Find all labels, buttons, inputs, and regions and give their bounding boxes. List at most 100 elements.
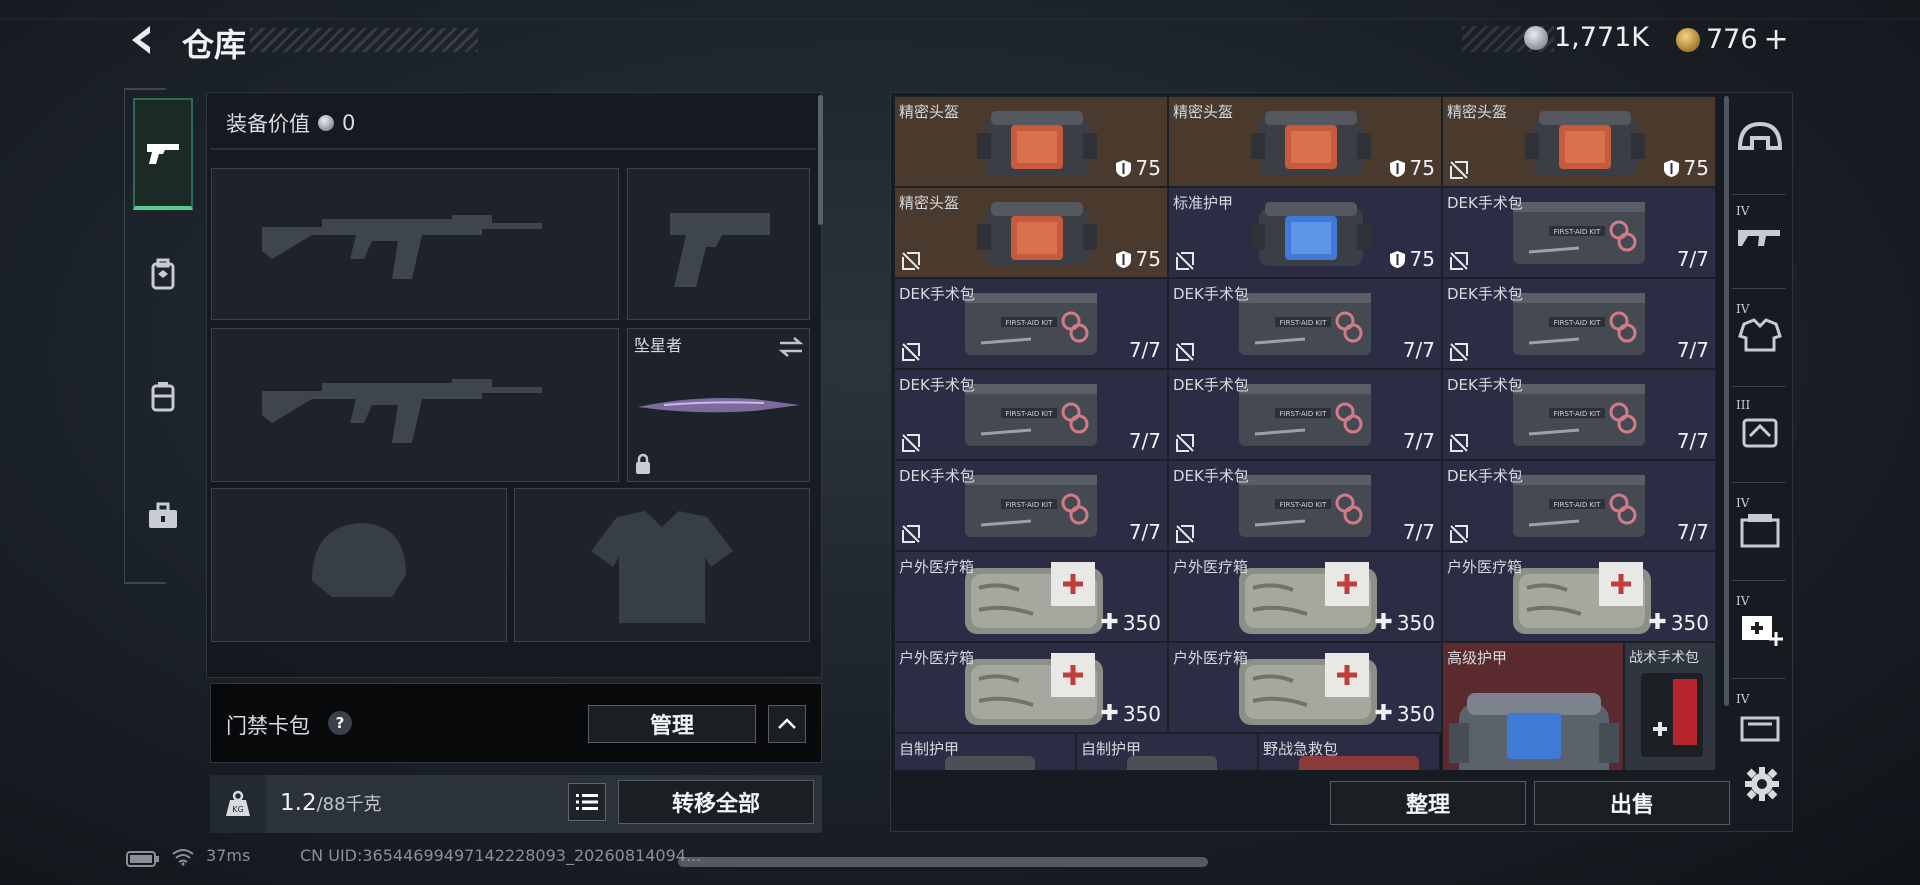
storage-item[interactable]: DEK手术包 FIRST-AID KIT 7/7 [1168,460,1442,551]
helmet-item-icon [1525,111,1645,175]
value-coin-icon [318,115,334,131]
item-name: DEK手术包 [1173,285,1249,303]
storage-item-tall[interactable]: 战术手术包 [1624,642,1716,770]
tactical-kit-icon [1641,673,1703,757]
knife-icon [638,398,800,413]
storage-item[interactable]: 精密头盔 75 [894,96,1168,187]
no-insurance-icon [1450,252,1468,270]
chevron-up-icon [778,718,796,729]
keycard-help-icon[interactable]: ? [328,711,352,735]
item-name: DEK手术包 [1447,376,1523,394]
svg-text:FIRST-AID KIT: FIRST-AID KIT [1006,501,1054,509]
storage-item[interactable]: 户外医疗箱 ✚ 350 [1168,642,1442,733]
shield-icon [1663,159,1679,177]
primary-weapon-slot[interactable] [211,168,619,320]
sell-button[interactable]: 出售 [1534,781,1730,825]
storage-item[interactable]: 精密头盔 75 [1168,96,1442,187]
wifi-icon [172,849,194,866]
title-hatch-decoration [250,28,478,52]
gold-currency[interactable]: 776 + [1676,22,1789,57]
no-insurance-icon [1176,525,1194,543]
list-view-button[interactable] [568,783,606,821]
transfer-all-button[interactable]: 转移全部 [618,780,814,824]
item-durability: 75 [1683,156,1709,180]
svg-text:FIRST-AID KIT: FIRST-AID KIT [1006,410,1054,418]
background-stripe [0,18,1920,20]
medical-box-icon [1513,562,1651,634]
storage-item[interactable]: DEK手术包 FIRST-AID KIT 7/7 [894,460,1168,551]
rail-filter-bag[interactable]: III [1736,398,1786,452]
nav-bag[interactable] [133,340,193,452]
armor-item-icon [1251,202,1371,266]
equipment-value: 装备价值 0 [226,108,355,138]
no-insurance-icon [1450,434,1468,452]
storage-item-large[interactable]: 高级护甲 [1442,642,1624,770]
add-gold-button[interactable]: + [1764,22,1789,57]
svg-text:KG: KG [232,805,243,814]
rail-filter-misc[interactable]: IV [1736,692,1786,746]
sort-button[interactable]: 整理 [1330,781,1526,825]
rail-filter-medkit-add[interactable]: IV [1736,594,1786,648]
nav-weapons[interactable] [133,98,193,210]
storage-item[interactable]: 精密头盔 75 [894,187,1168,278]
item-stat: 75 [1389,156,1435,180]
rail-filter-rifle[interactable]: IV [1736,204,1786,258]
storage-item-partial[interactable]: 自制护甲 [1076,733,1258,770]
storage-item-partial[interactable]: 自制护甲 [894,733,1076,770]
secondary-weapon-slot[interactable] [211,328,619,482]
item-name: 户外医疗箱 [899,649,975,667]
rail-filter-container[interactable]: IV [1736,496,1786,550]
tier-label: IV [1736,594,1750,608]
rail-filter-helmet[interactable] [1736,118,1786,164]
plus-icon: ✚ [1100,610,1119,635]
pistol-silhouette-icon [670,213,770,287]
svg-text:FIRST-AID KIT: FIRST-AID KIT [1280,410,1328,418]
weight-readout: 1.2/88千克 [280,790,382,816]
item-uses: 7/7 [1128,338,1161,362]
storage-item[interactable]: 户外医疗箱 ✚ 350 [1168,551,1442,642]
home-indicator[interactable] [678,857,1208,867]
helmet-slot[interactable] [211,488,507,642]
loadout-scrollbar[interactable] [818,95,823,225]
storage-item[interactable]: 精密头盔 75 [1442,96,1716,187]
item-uses: 7/7 [1402,520,1435,544]
item-name: 战术手术包 [1629,650,1699,666]
storage-item[interactable]: DEK手术包 FIRST-AID KIT 7/7 [1168,369,1442,460]
storage-item[interactable]: DEK手术包 FIRST-AID KIT 7/7 [894,278,1168,369]
no-insurance-icon [902,343,920,361]
pistol-slot[interactable] [627,168,810,320]
shield-icon [1389,159,1405,177]
storage-item[interactable]: 户外医疗箱 ✚ 350 [1442,551,1716,642]
item-durability: 75 [1409,156,1435,180]
rail-filter-armor[interactable]: IV [1736,302,1786,356]
first-aid-kit-icon: FIRST-AID KIT [1513,384,1645,446]
storage-item[interactable]: 标准护甲 75 [1168,187,1442,278]
back-arrow-icon[interactable] [124,22,160,58]
manage-button[interactable]: 管理 [588,705,756,743]
storage-item[interactable]: DEK手术包 FIRST-AID KIT 7/7 [1442,187,1716,278]
first-aid-kit-icon: FIRST-AID KIT [1239,293,1371,355]
item-durability: 75 [1135,247,1161,271]
storage-item[interactable]: DEK手术包 FIRST-AID KIT 7/7 [1442,278,1716,369]
item-name: 户外医疗箱 [899,558,975,576]
armor-slot[interactable] [514,488,810,642]
shield-icon [1389,250,1405,268]
nav-medical[interactable] [133,460,193,572]
expand-keycard-button[interactable] [768,705,806,743]
item-name: 户外医疗箱 [1173,649,1249,667]
storage-item[interactable]: DEK手术包 FIRST-AID KIT 7/7 [1442,460,1716,551]
storage-item[interactable]: 户外医疗箱 ✚ 350 [894,551,1168,642]
storage-item[interactable]: 户外医疗箱 ✚ 350 [894,642,1168,733]
item-name: DEK手术包 [1173,376,1249,394]
gear-icon[interactable] [1744,766,1780,802]
storage-scrollbar[interactable] [1724,96,1729,706]
svg-text:FIRST-AID KIT: FIRST-AID KIT [1554,228,1602,236]
swap-icon[interactable] [778,337,804,357]
storage-item-partial[interactable]: 野战急救包 [1258,733,1440,770]
gold-coin-icon [1676,27,1700,52]
storage-item[interactable]: DEK手术包 FIRST-AID KIT 7/7 [1442,369,1716,460]
nav-gear[interactable] [133,218,193,330]
storage-item[interactable]: DEK手术包 FIRST-AID KIT 7/7 [1168,278,1442,369]
storage-item[interactable]: DEK手术包 FIRST-AID KIT 7/7 [894,369,1168,460]
item-uses: 7/7 [1676,429,1709,453]
